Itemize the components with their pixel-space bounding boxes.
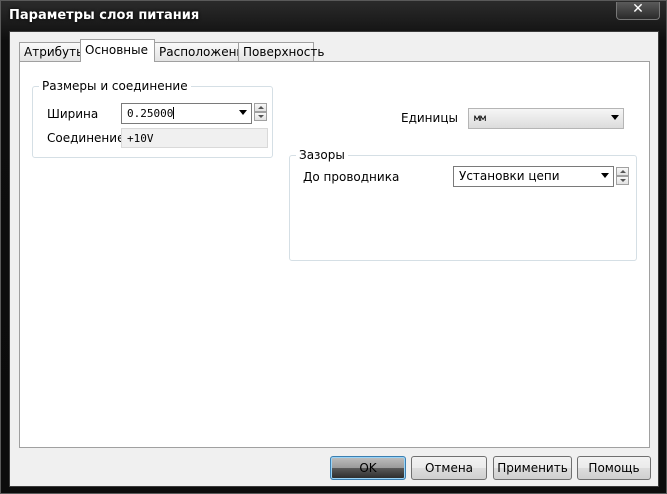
text-caret [173,107,175,119]
width-value: 0.25000 [127,107,175,120]
connection-value: +10V [127,132,154,145]
close-button[interactable]: ✕ [616,1,660,20]
to-conductor-spinner[interactable] [616,167,629,185]
clearance-legend: Зазоры [296,148,348,162]
tab-general[interactable]: Основные [80,39,155,62]
close-icon: ✕ [632,1,644,17]
size-connection-legend: Размеры и соединение [39,79,191,93]
spin-up-icon[interactable] [254,103,267,112]
apply-button[interactable]: Применить [493,456,572,480]
tab-panel-general: Размеры и соединение Ширина 0.25000 Соед… [19,61,650,448]
tab-label: Поверхность [243,45,325,59]
width-label: Ширина [47,107,99,121]
dialog-window: Параметры слоя питания ✕ Атрибуты Основн… [0,0,667,494]
help-button[interactable]: Помощь [577,456,651,480]
width-spinner[interactable] [254,103,267,121]
window-title: Параметры слоя питания [9,8,200,23]
tab-label: Основные [85,43,149,57]
cancel-button[interactable]: Отмена [411,456,487,480]
tab-attributes[interactable]: Атрибуты [19,42,86,61]
units-combo[interactable]: мм [468,108,624,129]
spin-up-icon[interactable] [616,167,629,176]
spin-down-icon[interactable] [254,112,267,121]
tab-placement[interactable]: Расположение [154,42,252,61]
title-bar[interactable]: Параметры слоя питания ✕ [1,1,666,31]
units-label: Единицы [401,111,458,125]
ok-button[interactable]: OK [330,456,406,480]
connection-field: +10V [121,128,268,148]
tab-label: Атрибуты [24,45,86,59]
to-conductor-label: До проводника [303,170,400,184]
connection-label: Соединение [47,131,125,145]
to-conductor-value: Установки цепи [459,169,560,183]
dialog-client-area: Атрибуты Основные Расположение Поверхнос… [9,31,659,487]
units-value: мм [474,113,487,124]
chevron-down-icon[interactable] [611,115,619,120]
width-combo[interactable]: 0.25000 [121,103,252,124]
size-connection-group: Размеры и соединение Ширина 0.25000 Соед… [32,79,273,158]
to-conductor-combo[interactable]: Установки цепи [453,166,614,187]
chevron-down-icon[interactable] [601,173,609,178]
spin-down-icon[interactable] [616,176,629,185]
chevron-down-icon[interactable] [239,110,247,115]
clearance-group: Зазоры До проводника Установки цепи [289,148,637,261]
tab-surface[interactable]: Поверхность [238,42,324,61]
